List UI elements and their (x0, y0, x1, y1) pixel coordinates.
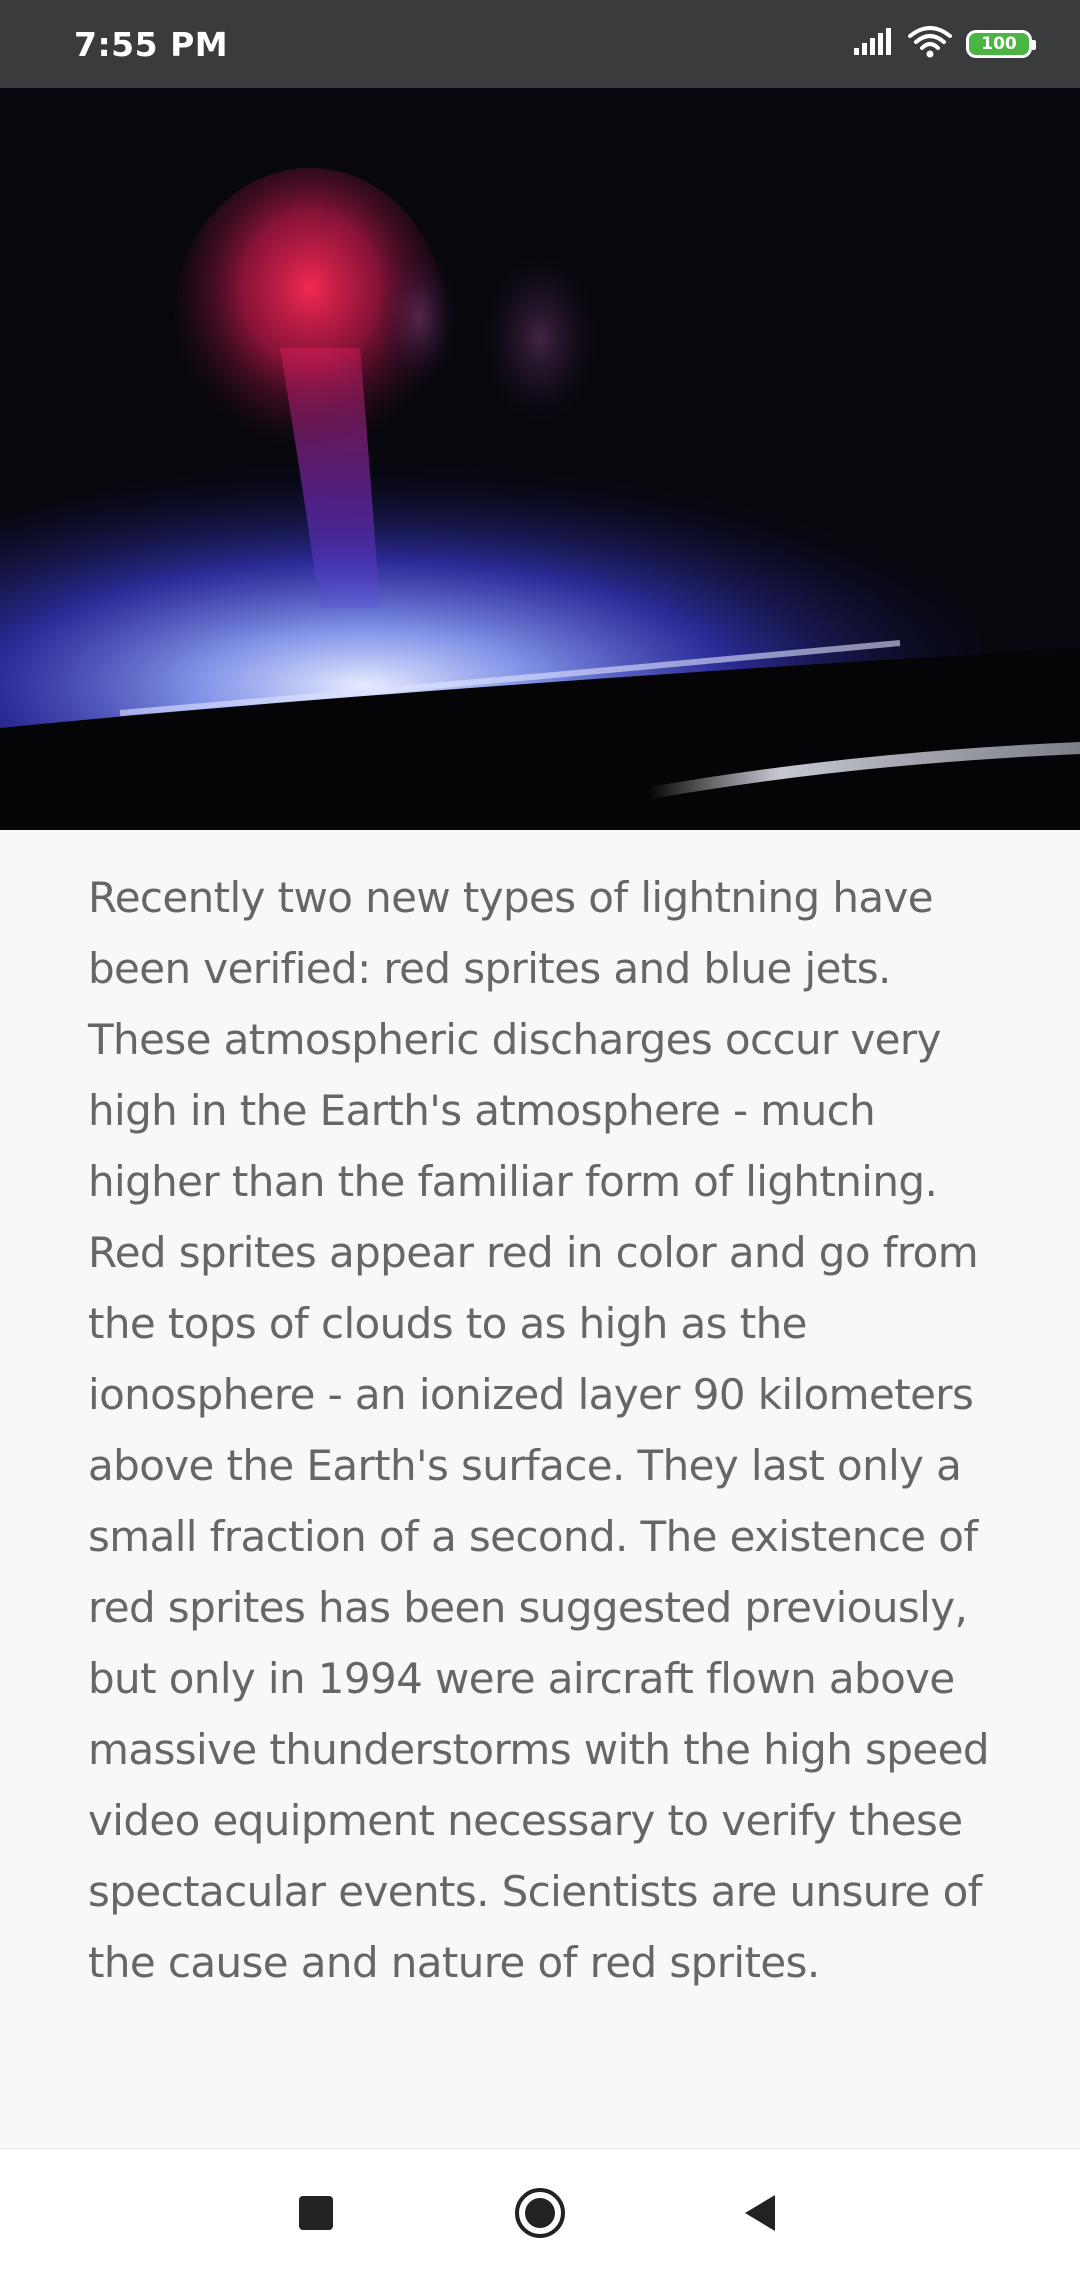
signal-icon (852, 28, 894, 60)
hero-image (0, 88, 1080, 830)
home-icon (515, 2188, 565, 2238)
screen: 7:55 PM 100 Recently two new types of li… (0, 0, 1080, 2280)
recents-button[interactable] (284, 2181, 348, 2245)
wifi-icon (908, 26, 952, 62)
status-time: 7:55 PM (74, 25, 229, 64)
battery-icon: 100 (966, 30, 1036, 58)
article-body: Recently two new types of lightning have… (88, 873, 989, 1987)
back-icon (745, 2195, 775, 2231)
recents-icon (299, 2196, 333, 2230)
back-button[interactable] (728, 2181, 792, 2245)
status-bar: 7:55 PM 100 (0, 0, 1080, 88)
battery-level: 100 (981, 33, 1017, 54)
status-icons: 100 (852, 26, 1036, 62)
home-button[interactable] (508, 2181, 572, 2245)
lightning-sprite-photo (0, 88, 1080, 830)
navigation-bar (0, 2148, 1080, 2280)
